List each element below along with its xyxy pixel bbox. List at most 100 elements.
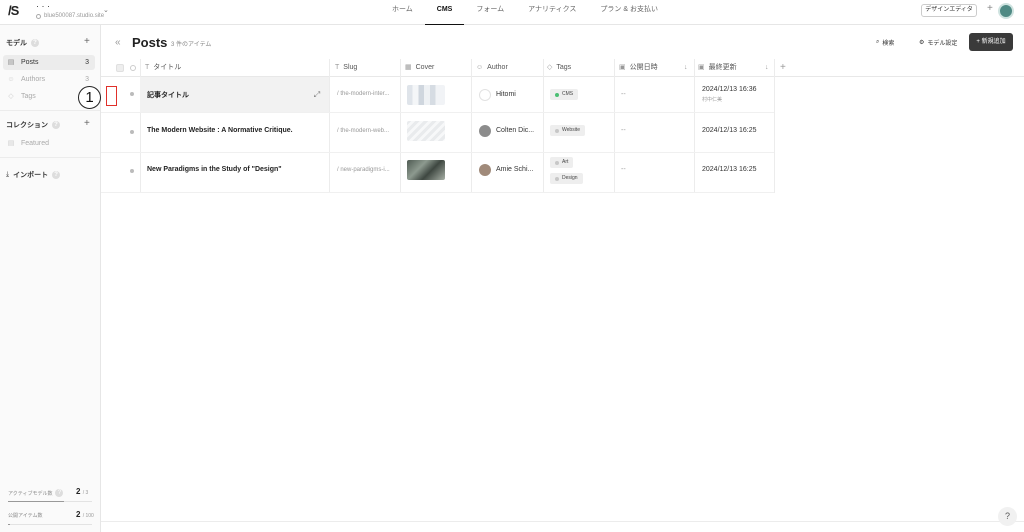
tag-icon: ◇ [8,92,14,100]
image-type-icon: ▦ [405,64,412,71]
active-models-value: 2 / 3 [76,487,89,496]
sidebar-item-authors[interactable]: ☺ Authors 3 [3,72,95,87]
document-icon: ▤ [7,139,15,147]
add-new-button[interactable]: + 新規追加 [969,33,1013,51]
cover-image[interactable] [407,85,445,105]
add-column-button[interactable]: + [780,59,786,77]
column-header-cover[interactable]: ▦ Cover [405,59,434,77]
tag-color-dot [555,92,559,97]
search-button[interactable]: ⌕ 検索 [876,38,894,47]
add-collection-button[interactable]: + [84,118,90,129]
row-title[interactable]: New Paradigms in the Study of "Design" [147,166,282,173]
sidebar-item-featured[interactable]: ▤ Featured [3,136,95,151]
cover-image[interactable] [407,160,445,180]
horizontal-scrollbar[interactable] [101,521,1024,522]
import-button[interactable]: ⤓ インポート ? [6,170,61,180]
model-settings-button[interactable]: ⚙ モデル設定 [919,38,957,47]
sidebar-item-posts[interactable]: ▤ Posts 3 [3,55,95,70]
tab-cms[interactable]: CMS [424,0,465,25]
sort-arrow-icon[interactable]: ↓ [684,64,688,71]
tag-chip[interactable]: Website [550,125,585,136]
divider [0,110,100,111]
design-editor-button[interactable]: デザインエディタ [921,4,977,17]
divider [0,157,100,158]
status-dot [130,169,134,173]
tag-chip[interactable]: CMS [550,89,579,100]
tab-home[interactable]: ホーム [380,0,425,25]
author-avatar [479,89,491,101]
help-icon[interactable]: ? [52,121,60,129]
tab-form[interactable]: フォーム [464,0,516,25]
studio-logo[interactable]: /S [8,3,19,18]
table-header: T タイトル T Slug ▦ Cover ☺ Author ◇ Tags ▣ … [101,59,1024,77]
add-model-button[interactable]: + [84,36,90,47]
search-icon: ⌕ [876,39,880,45]
add-member-icon[interactable]: + [987,3,993,14]
column-header-slug[interactable]: T Slug [335,59,357,77]
row-author[interactable]: Hitomi [496,91,516,98]
row-updated: 2024/12/13 16:36 [702,86,757,93]
author-avatar [479,125,491,137]
column-header-title[interactable]: T タイトル [145,59,181,77]
table-row[interactable]: 記事タイトル ⤢ / the-modern-inter... Hitomi CM… [101,77,774,113]
row-slug[interactable]: / new-paradigms-i... [337,167,390,173]
collapse-sidebar-icon[interactable]: « [115,37,121,48]
project-switcher[interactable]: · · · blue500087.studio.site [36,2,104,19]
globe-icon [36,13,41,19]
select-all-checkbox[interactable] [116,64,124,72]
table-row[interactable]: The Modern Website : A Normative Critiqu… [101,113,774,153]
gear-icon: ⚙ [919,40,925,46]
calendar-icon: ▣ [619,64,626,71]
row-author[interactable]: Colten Dic... [496,127,534,134]
tag-chip[interactable]: Art [550,157,574,168]
help-icon[interactable]: ? [55,489,64,497]
author-avatar [479,164,491,176]
top-bar: /S · · · blue500087.studio.site ⌄ ホーム CM… [0,0,1024,25]
tag-icon: ◇ [547,64,553,71]
project-url: blue500087.studio.site [44,13,105,19]
user-avatar[interactable] [998,3,1014,19]
tag-chip[interactable]: Design [550,173,583,184]
row-updated: 2024/12/13 16:25 [702,166,757,173]
column-header-tags[interactable]: ◇ Tags [547,59,571,77]
item-count: 3 件のアイテム [171,42,212,48]
published-items-value: 2 / 100 [76,510,94,519]
row-slug[interactable]: / the-modern-web... [337,128,389,134]
calendar-icon: ▣ [698,64,705,71]
table-row[interactable]: New Paradigms in the Study of "Design" /… [101,153,774,193]
tab-plan-billing[interactable]: プラン & お支払い [588,0,670,25]
tag-color-dot [555,128,559,133]
chevron-down-icon[interactable]: ⌄ [103,6,109,14]
help-button[interactable]: ? [998,507,1017,526]
help-icon[interactable]: ? [31,39,39,47]
active-models-bar-fill [8,501,65,502]
collection-heading: コレクション ? [6,120,60,130]
active-models-bar [8,501,92,502]
column-divider [774,59,775,193]
row-title[interactable]: 記事タイトル [147,90,189,100]
row-author[interactable]: Amie Schi... [496,166,533,173]
row-updated: 2024/12/13 16:25 [702,127,757,134]
status-dot [130,130,134,134]
users-icon: ☺ [476,64,484,71]
sort-arrow-icon[interactable]: ↓ [765,64,769,71]
row-updated-by: 村中仁美 [702,97,723,103]
help-icon[interactable]: ? [52,171,61,179]
download-icon: ⤓ [6,171,10,178]
tab-analytics[interactable]: アナリティクス [516,0,588,25]
annotation-highlight-box [106,86,117,106]
text-type-icon: T [335,64,340,71]
column-header-published[interactable]: ▣ 公開日時 [619,59,658,77]
cover-image[interactable] [407,121,445,141]
tag-color-dot [555,176,559,181]
top-navigation: ホーム CMS フォーム アナリティクス プラン & お支払い [380,0,670,25]
plus-icon: + [976,39,980,45]
expand-icon[interactable]: ⤢ [310,89,324,101]
active-models-label: アクティブモデル数 ? [8,489,64,497]
row-title[interactable]: The Modern Website : A Normative Critiqu… [147,127,293,134]
row-slug[interactable]: / the-modern-inter... [337,91,389,97]
column-header-updated[interactable]: ▣ 最終更新 [698,59,737,77]
status-filter-icon[interactable] [130,65,136,71]
published-items-label: 公開アイテム数 [8,513,43,519]
column-header-author[interactable]: ☺ Author [476,59,508,77]
